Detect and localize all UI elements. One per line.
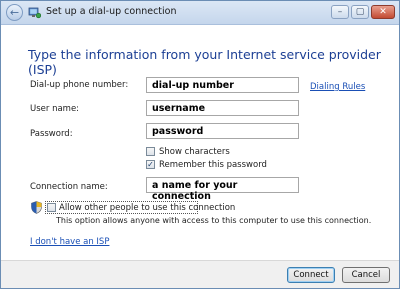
phone-field[interactable]: dial-up number <box>146 77 299 93</box>
cancel-button[interactable]: Cancel <box>342 267 390 283</box>
dialog-footer: Connect Cancel <box>1 260 399 288</box>
close-button[interactable]: ✕ <box>371 5 395 19</box>
connection-name-label: Connection name: <box>30 182 108 192</box>
no-isp-link[interactable]: I don't have an ISP <box>30 237 109 247</box>
uac-shield-icon <box>31 201 42 214</box>
network-wizard-icon <box>28 7 41 19</box>
remember-password-label: Remember this password <box>159 160 267 170</box>
password-label: Password: <box>30 129 73 139</box>
window-controls: – ▢ ✕ <box>331 5 395 19</box>
back-button[interactable]: ← <box>6 4 23 21</box>
show-characters-label: Show characters <box>159 147 230 157</box>
password-field[interactable]: password <box>146 123 299 139</box>
dialing-rules-link[interactable]: Dialing Rules <box>310 82 365 92</box>
window-title: Set up a dial-up connection <box>46 6 177 17</box>
allow-others-checkbox[interactable] <box>47 203 56 212</box>
title-bar: ← Set up a dial-up connection – ▢ ✕ <box>1 1 399 25</box>
phone-label: Dial-up phone number: <box>30 80 129 90</box>
remember-password-checkbox[interactable]: ✓ <box>146 160 155 169</box>
dialup-wizard-window: ← Set up a dial-up connection – ▢ ✕ Type… <box>0 0 400 289</box>
username-field[interactable]: username <box>146 100 299 116</box>
maximize-button[interactable]: ▢ <box>351 5 369 19</box>
minimize-button[interactable]: – <box>331 5 349 19</box>
allow-others-note: This option allows anyone with access to… <box>56 216 372 225</box>
show-characters-checkbox[interactable] <box>146 147 155 156</box>
page-heading: Type the information from your Internet … <box>28 47 381 77</box>
connect-button[interactable]: Connect <box>287 267 335 283</box>
allow-others-label: Allow other people to use this connectio… <box>59 203 236 213</box>
username-label: User name: <box>30 104 80 114</box>
connection-name-field[interactable]: a name for your connection <box>146 177 299 202</box>
